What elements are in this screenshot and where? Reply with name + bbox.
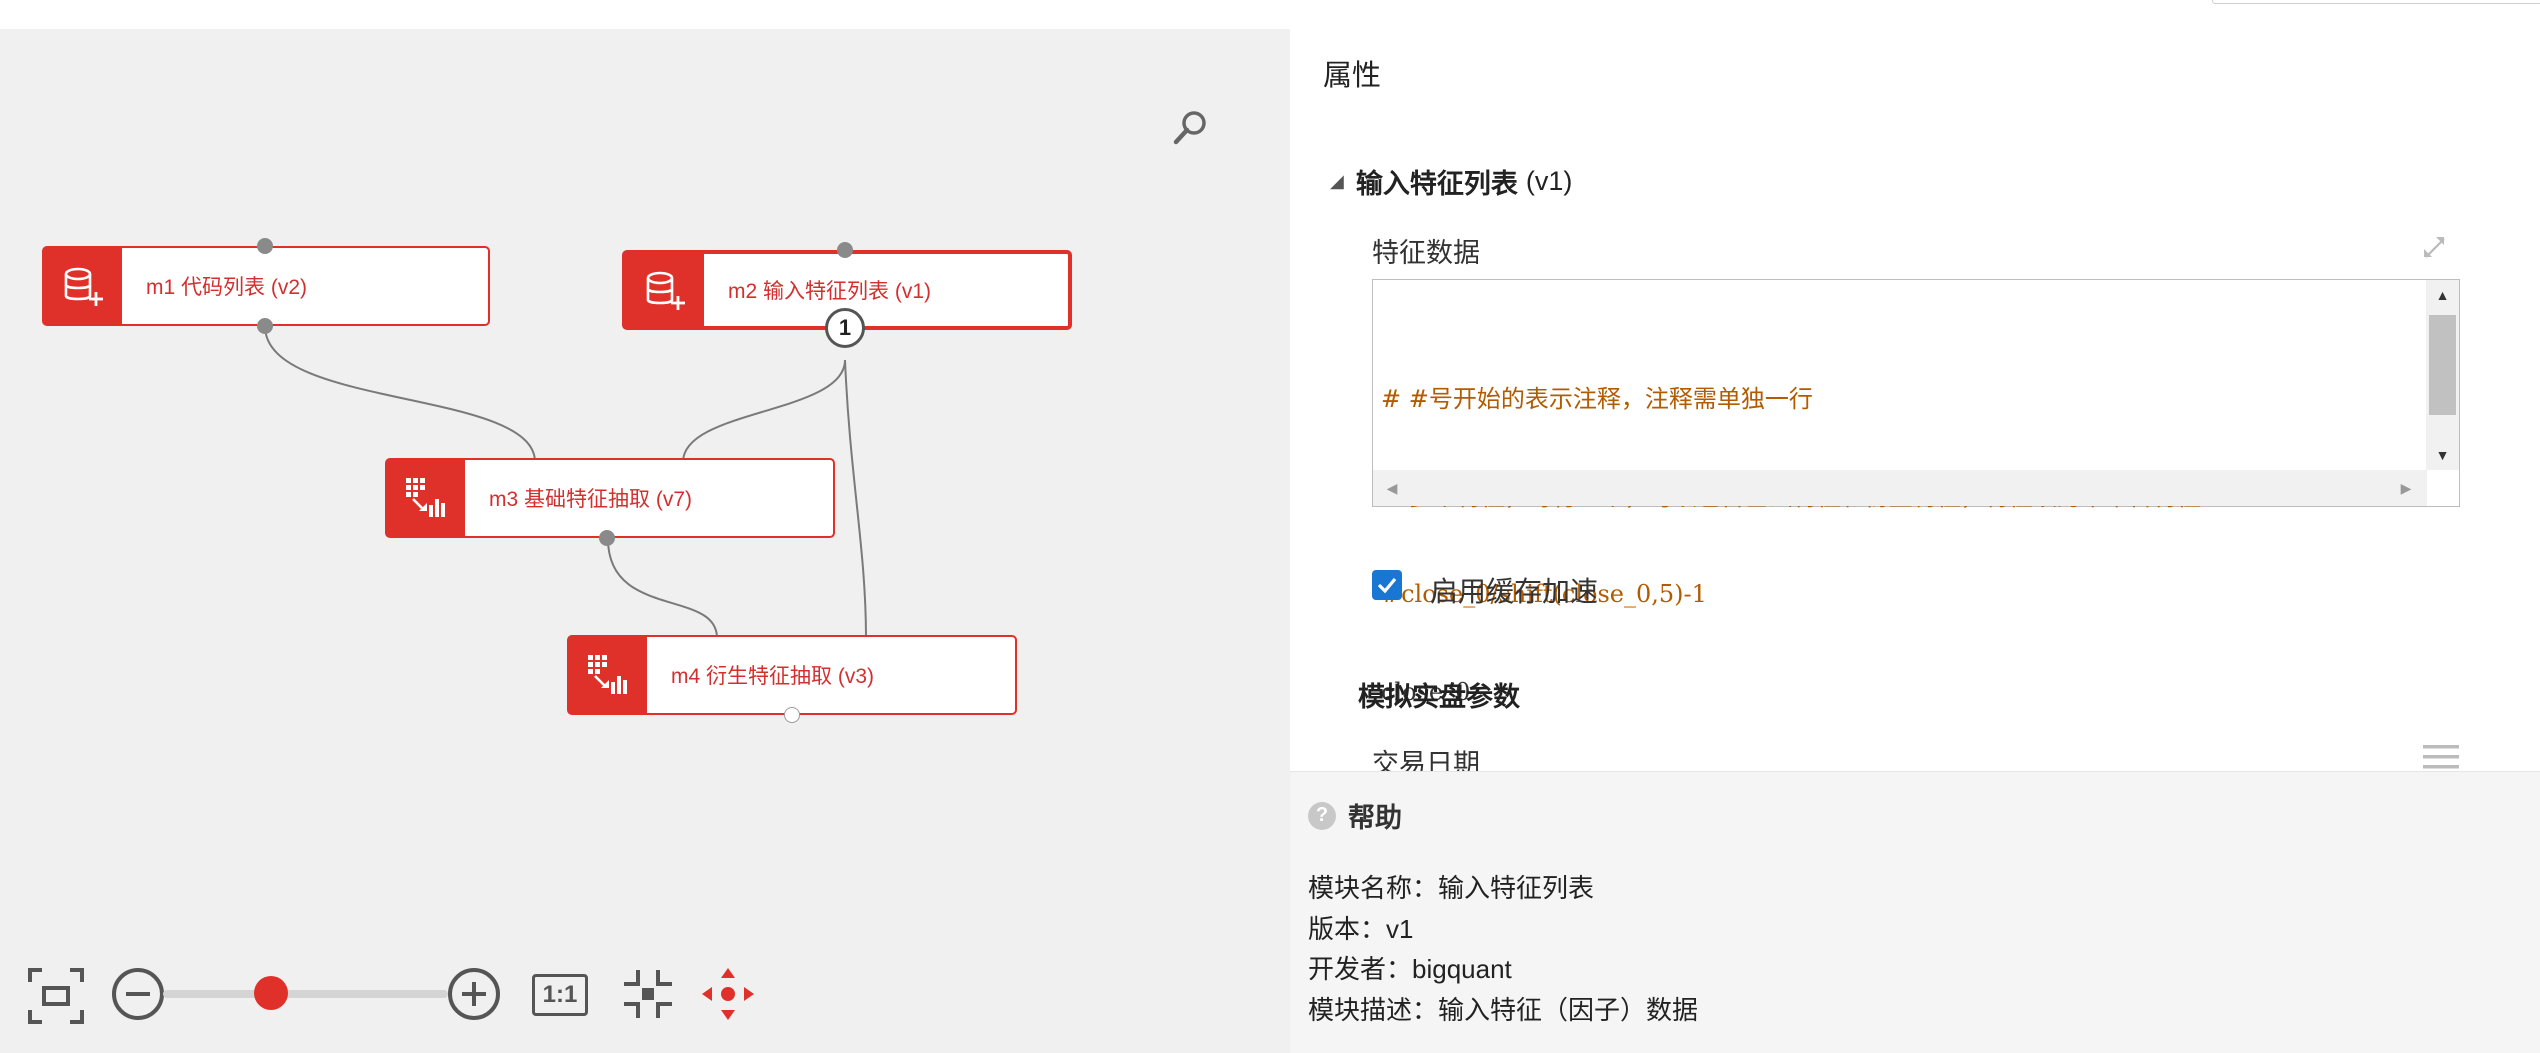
trade-date-label: 交易日期 bbox=[1372, 749, 1480, 771]
move-arrows-icon[interactable] bbox=[700, 966, 756, 1027]
node-m2-input-port[interactable] bbox=[837, 242, 853, 258]
help-header: ? 帮助 bbox=[1308, 796, 1402, 835]
node-m3-output-port[interactable] bbox=[599, 530, 615, 546]
help-title: 帮助 bbox=[1348, 803, 1402, 833]
menu-icon[interactable] bbox=[2423, 745, 2459, 771]
node-m1-output-port[interactable] bbox=[257, 318, 273, 334]
help-line: 模块描述：输入特征（因子）数据 bbox=[1308, 994, 1699, 1025]
node-m4-output-port[interactable] bbox=[784, 707, 800, 723]
cache-checkbox-label[interactable]: 启用缓存加速 bbox=[1430, 570, 1598, 610]
section-toggle-input-features[interactable]: ◢ 输入特征列表 (v1) bbox=[1330, 162, 1572, 201]
help-content: 模块名称：输入特征列表 版本：v1 开发者：bigquant 模块描述：输入特征… bbox=[1308, 868, 1698, 1030]
zoom-in-icon[interactable] bbox=[446, 966, 502, 1027]
search-icon[interactable] bbox=[1168, 106, 1212, 150]
edge-m3-m4 bbox=[607, 538, 718, 639]
vertical-scrollbar[interactable]: ▲ ▼ bbox=[2426, 280, 2459, 470]
actual-size-button[interactable]: 1:1 bbox=[532, 974, 588, 1016]
node-m2[interactable]: m2 输入特征列表 (v1) 1 bbox=[622, 242, 1072, 348]
workflow-canvas[interactable]: m1 代码列表 (v2) m2 输入特征列表 (v1) 1 m3 基础特征抽取 … bbox=[0, 29, 1290, 1053]
edge-m2-m3 bbox=[682, 359, 846, 463]
help-line: 开发者：bigquant bbox=[1308, 954, 1512, 984]
help-line: 版本：v1 bbox=[1308, 913, 1414, 944]
scroll-up-arrow-icon[interactable]: ▲ bbox=[2426, 280, 2459, 310]
top-strip bbox=[0, 0, 2540, 29]
connection-wires bbox=[264, 325, 872, 646]
checkmark-icon bbox=[1377, 577, 1397, 594]
cache-checkbox[interactable] bbox=[1372, 570, 1402, 600]
node-m1-title: m1 代码列表 (v2) bbox=[146, 276, 308, 299]
top-search-field[interactable] bbox=[2212, 0, 2540, 4]
fit-screen-icon[interactable] bbox=[26, 966, 86, 1031]
node-m1[interactable]: m1 代码列表 (v2) bbox=[42, 238, 490, 334]
scroll-right-arrow-icon[interactable]: ▶ bbox=[2391, 470, 2421, 506]
code-line: close_0 bbox=[1381, 677, 1471, 706]
collapse-triangle-icon: ◢ bbox=[1330, 171, 1344, 191]
edge-m1-m3 bbox=[264, 325, 536, 463]
feature-code-editor[interactable]: # #号开始的表示注释，注释需单独一行 # 多个特征，每行一个，可以包含基础特征… bbox=[1372, 279, 2460, 706]
node-m3[interactable]: m3 基础特征抽取 (v7) bbox=[385, 458, 835, 546]
help-line: 模块名称：输入特征列表 bbox=[1308, 873, 1595, 903]
help-panel: ? 帮助 模块名称：输入特征列表 版本：v1 开发者：bigquant 模块描述… bbox=[1290, 771, 2540, 1053]
section-name: 输入特征列表 bbox=[1355, 169, 1518, 199]
sim-trading-section-title: 模拟实盘参数 bbox=[1358, 682, 1520, 712]
node-m2-output-badge[interactable]: 1 bbox=[825, 308, 865, 348]
center-focus-icon[interactable] bbox=[620, 966, 676, 1027]
node-m2-title: m2 输入特征列表 (v1) bbox=[728, 280, 932, 303]
properties-panel: 属性 ◢ 输入特征列表 (v1) 特征数据 # #号开始的表示注释，注释需单独一… bbox=[1290, 29, 2540, 771]
scroll-left-arrow-icon[interactable]: ◀ bbox=[1377, 470, 1407, 506]
table-chart-icon bbox=[569, 637, 647, 713]
code-lines: # #号开始的表示注释，注释需单独一行 # 多个特征，每行一个，可以包含基础特征… bbox=[1381, 318, 2431, 771]
zoom-out-icon[interactable] bbox=[110, 966, 166, 1027]
node-m3-title: m3 基础特征抽取 (v7) bbox=[489, 488, 693, 511]
node-m4[interactable]: m4 衍生特征抽取 (v3) bbox=[567, 635, 1017, 723]
database-add-icon bbox=[626, 254, 704, 326]
properties-title: 属性 bbox=[1323, 60, 1382, 92]
vertical-scroll-thumb[interactable] bbox=[2429, 315, 2456, 415]
table-chart-icon bbox=[387, 460, 465, 536]
code-line: # #号开始的表示注释，注释需单独一行 bbox=[1381, 385, 1813, 413]
question-icon: ? bbox=[1308, 801, 1336, 830]
zoom-slider-track[interactable] bbox=[163, 990, 448, 998]
feature-data-label: 特征数据 bbox=[1372, 238, 1480, 268]
expand-icon[interactable] bbox=[2420, 233, 2450, 263]
horizontal-scrollbar[interactable]: ◀ ▶ bbox=[1373, 470, 2427, 506]
scroll-down-arrow-icon[interactable]: ▼ bbox=[2426, 440, 2459, 470]
node-m4-title: m4 衍生特征抽取 (v3) bbox=[671, 665, 875, 688]
node-m1-input-port[interactable] bbox=[257, 238, 273, 254]
section-version: (v1) bbox=[1525, 166, 1573, 196]
edge-m2-m4 bbox=[844, 359, 867, 639]
database-add-icon bbox=[44, 248, 122, 324]
